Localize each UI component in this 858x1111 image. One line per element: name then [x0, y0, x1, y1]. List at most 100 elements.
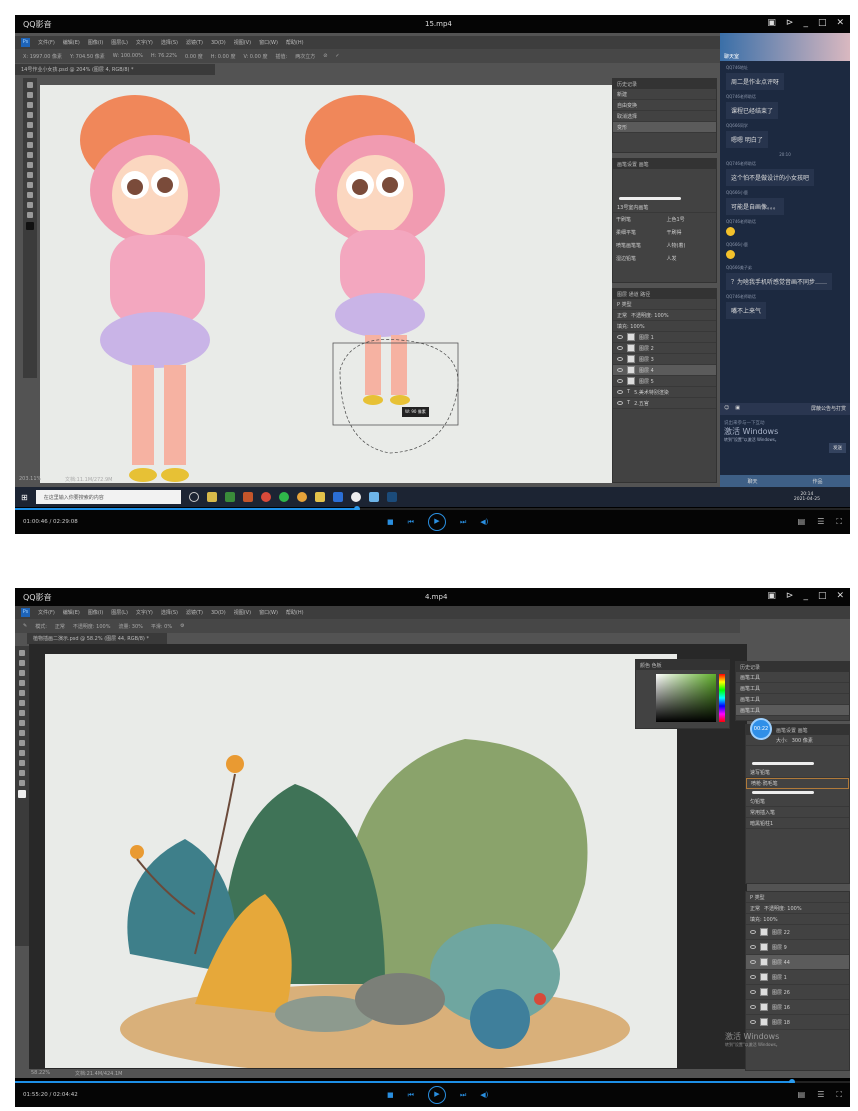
block-checkbox[interactable]: 屏蔽公告与打赏 [811, 405, 846, 413]
fullscreen-icon[interactable]: ⛶ [836, 517, 842, 527]
pin-icon[interactable]: ⊳ [786, 18, 794, 28]
minimize-icon[interactable]: _ [803, 591, 808, 601]
eye-icon[interactable] [750, 975, 756, 979]
menu-item[interactable]: 图像(I) [88, 609, 103, 616]
app-icon[interactable] [332, 492, 343, 502]
tab-channels[interactable]: 通道 [629, 292, 639, 298]
size-value[interactable]: 300 像素 [792, 737, 813, 744]
tab-brush-settings[interactable]: 画笔设置 [776, 728, 796, 734]
cortana-icon[interactable] [188, 492, 199, 502]
eye-icon[interactable] [617, 357, 623, 361]
brush-item[interactable]: 速写铅笔 [746, 767, 849, 778]
brush-item[interactable]: 常用插入笔 [746, 807, 849, 818]
canvas[interactable] [45, 654, 677, 1068]
taskbar-search[interactable]: 在这里输入你要搜索的内容 [35, 490, 181, 504]
minimize-icon[interactable]: _ [803, 18, 808, 28]
menu-item[interactable]: 窗口(W) [259, 609, 278, 616]
option-skew-v[interactable]: V: 0.00 度 [244, 53, 268, 60]
tab-brushes[interactable]: 画笔 [798, 728, 808, 734]
chat-room-label[interactable]: 聊天室 [724, 54, 739, 60]
history-item[interactable]: 画笔工具 [736, 705, 849, 716]
brush-item[interactable]: 喷笔画笔笔 [616, 242, 663, 249]
maximize-icon[interactable]: □ [818, 591, 827, 601]
history-item[interactable]: 画笔工具 [736, 694, 849, 705]
lasso-tool-icon[interactable] [27, 102, 33, 108]
eye-icon[interactable] [617, 368, 623, 372]
stamp-tool-icon[interactable] [19, 710, 25, 716]
layer-row[interactable]: 图层 2 [613, 343, 716, 354]
eye-icon[interactable] [617, 390, 623, 394]
menu-item[interactable]: 文件(F) [38, 609, 55, 616]
gradient-tool-icon[interactable] [19, 730, 25, 736]
next-icon[interactable]: ⏭ [460, 1091, 466, 1100]
brush-tool-icon[interactable] [27, 132, 33, 138]
eye-icon[interactable] [617, 346, 623, 350]
zoom-tool-icon[interactable] [19, 780, 25, 786]
app-icon[interactable] [314, 492, 325, 502]
option-x[interactable]: X: 1997.00 像素 [23, 53, 62, 60]
layer-row[interactable]: 图层 26 [746, 985, 849, 1000]
app-icon[interactable] [350, 492, 361, 502]
tab-color[interactable]: 颜色 [640, 663, 650, 669]
tab-layers[interactable]: 图层 [617, 292, 627, 298]
shape-tool-icon[interactable] [27, 192, 33, 198]
hand-tool-icon[interactable] [19, 770, 25, 776]
menu-item[interactable]: 图层(L) [111, 609, 128, 616]
crop-tool-icon[interactable] [27, 112, 33, 118]
history-item[interactable]: 新建 [613, 89, 716, 100]
menu-item[interactable]: 文字(Y) [136, 609, 153, 616]
eye-icon[interactable] [750, 1020, 756, 1024]
history-item[interactable]: 变形 [613, 122, 716, 133]
brush-item[interactable]: 干刷笔 [616, 216, 663, 223]
brush-item[interactable]: 干刷得 [667, 229, 714, 236]
brush-group[interactable]: 13号室内画笔 [613, 202, 716, 213]
option-h[interactable]: H: 76.22% [151, 53, 177, 59]
layer-row[interactable]: 图层 44 [746, 955, 849, 970]
brush-item[interactable]: 喷枪·鸦毛笔 [746, 778, 849, 789]
menu-item[interactable]: 文件(F) [38, 39, 55, 46]
tab-chat[interactable]: 聊天 [720, 475, 785, 487]
menu-item[interactable]: 图层(L) [111, 39, 128, 46]
app-menu[interactable]: QQ影音 [23, 19, 52, 30]
menu-item[interactable]: 图像(I) [88, 39, 103, 46]
history-item[interactable]: 画笔工具 [736, 672, 849, 683]
document-tab[interactable]: 植物插画二演示.psd @ 58.2% (图层 44, RGB/8) * [27, 633, 167, 644]
menu-item[interactable]: 选择(S) [161, 39, 178, 46]
eyedropper-tool-icon[interactable] [27, 122, 33, 128]
app-icon[interactable] [224, 492, 235, 502]
option-angle[interactable]: 0.00 度 [185, 53, 203, 60]
stop-icon[interactable]: ■ [387, 1091, 394, 1099]
crop-tool-icon[interactable] [19, 680, 25, 686]
next-icon[interactable]: ⏭ [460, 518, 466, 527]
flow-field[interactable]: 流量: 30% [118, 623, 142, 630]
menu-item[interactable]: 帮助(H) [286, 39, 304, 46]
layer-kind-select[interactable]: P 类型 [617, 301, 632, 308]
taskbar-clock[interactable]: 20:14 2021-04-25 [794, 492, 820, 502]
interp-select[interactable]: 两次立方 [295, 53, 315, 60]
gear-icon[interactable]: ⚙ [180, 623, 184, 629]
brush-preset-icon[interactable]: ✎ [23, 623, 27, 629]
eye-icon[interactable] [750, 930, 756, 934]
eye-icon[interactable] [750, 945, 756, 949]
mini-icon[interactable]: ▣ [767, 18, 776, 28]
menu-item[interactable]: 窗口(W) [259, 39, 278, 46]
layer-row[interactable]: 图层 22 [746, 925, 849, 940]
menu-item[interactable]: 选择(S) [161, 609, 178, 616]
tab-brushes[interactable]: 画笔 [639, 162, 649, 168]
opacity-field[interactable]: 不透明度: 100% [73, 623, 111, 630]
hue-slider[interactable] [719, 674, 725, 722]
brush-item[interactable]: 人发 [667, 255, 714, 262]
eye-icon[interactable] [617, 335, 623, 339]
layer-kind-select[interactable]: P 类型 [750, 894, 765, 901]
lasso-tool-icon[interactable] [19, 670, 25, 676]
option-skew-h[interactable]: H: 0.00 度 [211, 53, 236, 60]
blend-mode-select[interactable]: 正常 [617, 312, 627, 319]
menu-item[interactable]: 视图(V) [234, 39, 251, 46]
brush-item[interactable]: 湿边铅笔 [616, 255, 663, 262]
layer-row[interactable]: 图层 1 [746, 970, 849, 985]
previous-icon[interactable]: ⏮ [408, 1091, 414, 1100]
tab-brush-settings[interactable]: 画笔设置 [617, 162, 637, 168]
eraser-tool-icon[interactable] [27, 152, 33, 158]
history-item[interactable]: 取消选择 [613, 111, 716, 122]
fullscreen-icon[interactable]: ⛶ [836, 1090, 842, 1100]
